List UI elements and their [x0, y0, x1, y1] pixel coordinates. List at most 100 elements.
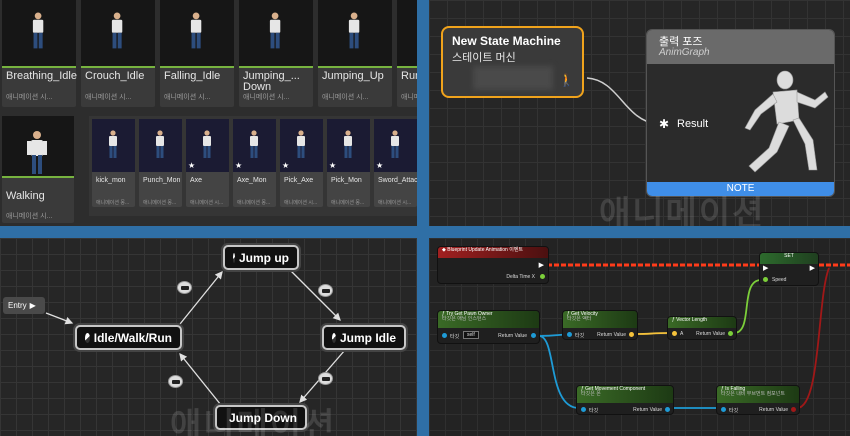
float-pin[interactable]	[728, 331, 733, 336]
asset-tile[interactable]: ★ Pick_Axe 애니메이션 시...	[280, 119, 323, 207]
asset-name: Run	[401, 70, 417, 82]
node-title: Blueprint Update Animation 이벤트	[447, 247, 524, 253]
node-title: New State Machine	[452, 34, 561, 48]
asset-tile-walking[interactable]: Walking 애니메이션 시...	[2, 116, 74, 223]
pin-label: 타깃	[589, 408, 599, 414]
asset-type: 애니메이션 몽...	[143, 200, 177, 206]
asset-tile[interactable]: Breathing_Idle 애니메이션 시...	[2, 0, 77, 107]
object-pin[interactable]	[531, 333, 536, 338]
character-figure	[345, 12, 363, 56]
asset-type: 애니메이션 몽...	[96, 200, 130, 206]
node-title: SET	[784, 253, 794, 259]
transition-rule-icon[interactable]	[177, 281, 192, 294]
asset-tile[interactable]: Jumping_Up 애니메이션 시...	[318, 0, 392, 107]
event-node[interactable]: ◆ Blueprint Update Animation 이벤트 ▶ Delta…	[437, 246, 549, 284]
float-pin[interactable]	[763, 277, 768, 282]
character-figure	[153, 130, 167, 165]
asset-name: Pick_Mon	[331, 177, 362, 184]
vector-pin[interactable]	[672, 331, 677, 336]
is-falling-node[interactable]: ƒ Is Falling 타깃은 내비 무브먼트 컴포넌트 타깃 Return V…	[716, 385, 800, 415]
arrow-right-icon: ▶	[29, 301, 36, 310]
mannequin-icon	[733, 70, 833, 185]
pin-label: Return Value	[759, 407, 788, 413]
object-pin[interactable]	[442, 333, 447, 338]
character-figure	[200, 130, 214, 165]
node-subtitle: 타깃은 내비 무브먼트 컴포넌트	[721, 391, 785, 397]
pin-label: Return Value	[597, 332, 626, 338]
asset-name: Jumping_... Down	[243, 70, 300, 93]
asset-tile[interactable]: Run 애니메이션	[397, 0, 417, 107]
character-figure	[26, 130, 48, 176]
self-input[interactable]: self	[463, 331, 479, 339]
asset-name: Falling_Idle	[164, 70, 221, 82]
asset-tile[interactable]: kick_mon 애니메이션 몽...	[92, 119, 135, 207]
get-movement-component-node[interactable]: ƒ Get Movement Component 타깃은 폰 타깃 Return …	[576, 385, 674, 415]
node-title: Vector Length	[676, 317, 708, 323]
state-jump-up[interactable]: Jump up	[223, 245, 299, 270]
entry-label: Entry	[8, 301, 27, 310]
asset-tile[interactable]: ★ Sword_Attack 애니메이션 시...	[374, 119, 417, 207]
bool-pin[interactable]	[791, 407, 796, 412]
vector-pin[interactable]	[629, 332, 634, 337]
asset-tile[interactable]: Falling_Idle 애니메이션 시...	[160, 0, 234, 107]
state-idle-walk-run[interactable]: Idle/Walk/Run	[75, 325, 182, 350]
content-browser-panel: Breathing_Idle 애니메이션 시... Crouch_Idle 애니메이션…	[0, 0, 417, 226]
asset-tile[interactable]: ★ Axe_Mon 애니메이션 몽...	[233, 119, 276, 207]
transition-rule-icon[interactable]	[318, 372, 333, 385]
asset-tile[interactable]: Jumping_... Down 애니메이션 시...	[239, 0, 313, 107]
vector-length-node[interactable]: ƒ Vector Length A Return Value	[667, 316, 737, 340]
character-figure	[106, 130, 120, 165]
pin-label: Return Value	[633, 407, 662, 413]
asset-tile[interactable]: ★ Pick_Mon 애니메이션 몽...	[327, 119, 370, 207]
state-label: Jump up	[239, 250, 289, 265]
asset-tile[interactable]: Crouch_Idle 애니메이션 시...	[81, 0, 155, 107]
node-subtitle: 스테이트 머신	[452, 52, 516, 64]
node-subtitle: 타깃은 애님 인스턴스	[442, 316, 487, 322]
asset-name: Breathing_Idle	[6, 70, 77, 82]
pose-output-pin-icon[interactable]: 🚶	[559, 73, 574, 87]
asset-name: Crouch_Idle	[85, 70, 145, 82]
object-pin[interactable]	[567, 332, 572, 337]
object-pin[interactable]	[581, 407, 586, 412]
node-subtitle: 타깃은 액터	[567, 316, 592, 322]
asset-name: Axe_Mon	[237, 177, 267, 184]
asset-type: 애니메이션 시...	[243, 94, 290, 101]
entry-node[interactable]: Entry ▶	[3, 297, 45, 314]
state-icon	[85, 332, 90, 343]
character-figure	[388, 130, 402, 165]
asset-name: Axe	[190, 177, 203, 184]
pose-input-pin-icon[interactable]: ✱	[659, 117, 671, 131]
asset-type: 애니메이션 시...	[284, 200, 318, 206]
get-velocity-node[interactable]: ƒ Get Velocity 타깃은 액터 타깃 Return Value	[562, 310, 638, 340]
exec-in-pin-icon[interactable]: ▶	[763, 264, 768, 272]
asset-type: 애니메이션	[401, 94, 417, 101]
exec-out-pin-icon[interactable]: ▶	[810, 264, 815, 272]
object-pin[interactable]	[721, 407, 726, 412]
character-figure	[341, 130, 355, 165]
set-node[interactable]: SET ▶ ▶ Speed	[759, 252, 819, 286]
asset-name: Jumping_Up	[322, 70, 384, 82]
pin-label: Speed	[772, 277, 787, 283]
state-label: Idle/Walk/Run	[93, 330, 172, 345]
state-jump-idle[interactable]: Jump Idle	[322, 325, 406, 350]
asset-type: 애니메이션 시...	[85, 94, 132, 101]
try-get-pawn-owner-node[interactable]: ƒ Try Get Pawn Owner 타깃은 애님 인스턴스 타깃 self …	[437, 310, 540, 344]
result-pin-label: Result	[677, 118, 709, 130]
transition-rule-icon[interactable]	[168, 375, 183, 388]
asset-name: Punch_Mon	[143, 177, 181, 184]
asset-type: 애니메이션 시...	[6, 94, 53, 101]
asset-type: 애니메이션 시...	[322, 94, 369, 101]
character-figure	[29, 12, 47, 56]
object-pin[interactable]	[665, 407, 670, 412]
asset-tile[interactable]: ★ Axe 애니메이션 시...	[186, 119, 229, 207]
node-subtitle: 타깃은 폰	[581, 391, 601, 397]
transition-rule-icon[interactable]	[318, 284, 333, 297]
asset-name: kick_mon	[96, 177, 126, 184]
float-pin[interactable]	[540, 274, 545, 279]
exec-pin-icon[interactable]: ▶	[539, 261, 544, 269]
state-machine-node[interactable]: New State Machine 스테이트 머신 🚶	[441, 26, 584, 98]
output-pose-node[interactable]: 출력 포즈 AnimGraph ✱ Result NOTE	[646, 29, 835, 197]
asset-tile[interactable]: Punch_Mon 애니메이션 몽...	[139, 119, 182, 207]
watermark-text: 애니메이션	[599, 195, 766, 226]
star-icon: ★	[235, 161, 243, 170]
